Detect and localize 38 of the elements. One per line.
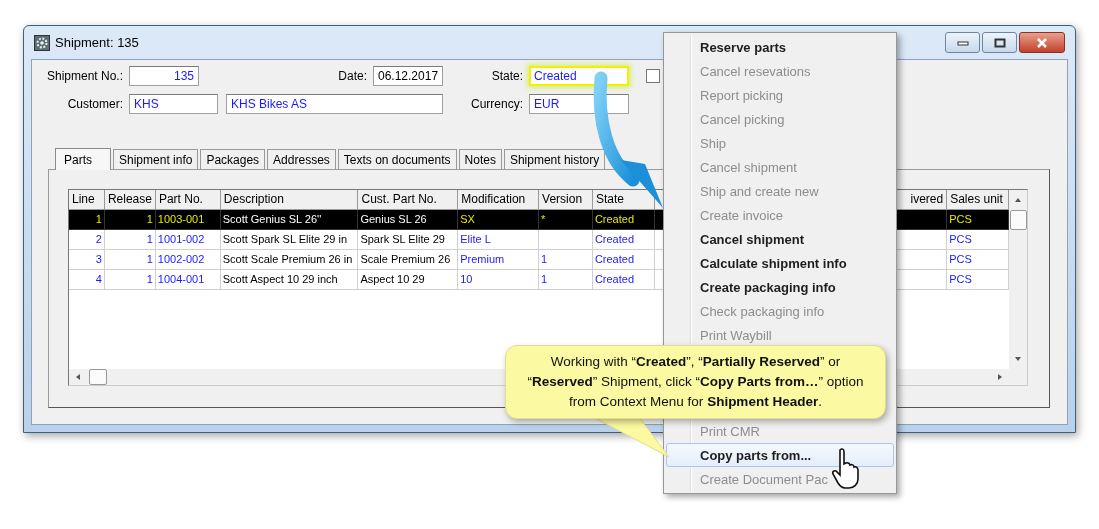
table-cell: 1003-001: [155, 210, 221, 230]
table-cell: 3: [69, 250, 105, 270]
table-cell: Premium: [458, 250, 539, 270]
table-cell: 1: [539, 270, 593, 290]
table-cell: 1: [104, 230, 156, 250]
table-cell: 4: [69, 270, 105, 290]
table-cell: PCS: [947, 210, 1009, 230]
table-cell: 1002-002: [155, 250, 221, 270]
table-cell: Created: [592, 230, 655, 250]
table-cell: 1: [104, 250, 156, 270]
field-label: Date:: [337, 69, 368, 83]
table-cell: Created: [592, 270, 655, 290]
table-cell: 2: [69, 230, 105, 250]
table-cell: *: [539, 210, 593, 230]
table-cell: Scott Aspect 10 29 inch: [220, 270, 359, 290]
table-cell: Elite L: [458, 230, 539, 250]
table-cell: Scott Scale Premium 26 in: [220, 250, 359, 270]
table-cell: 1: [104, 210, 156, 230]
table-cell: Genius SL 26: [358, 210, 459, 230]
table-cell: 1: [539, 250, 593, 270]
field-label: State:: [490, 69, 524, 83]
table-cell: Scale Premium 26: [358, 250, 459, 270]
table-cell: 1: [104, 270, 156, 290]
table-cell: 1001-002: [155, 230, 221, 250]
field-label: Shipment No.:: [45, 69, 124, 83]
table-cell: SX: [458, 210, 539, 230]
table-cell: Scott Genius SL 26'': [220, 210, 359, 230]
table-cell: 1004-001: [155, 270, 221, 290]
field-label: Customer:: [66, 97, 124, 111]
table-cell: Aspect 10 29: [358, 270, 459, 290]
field-label: Currency:: [470, 97, 524, 111]
window-title: Shipment: 135: [55, 35, 139, 50]
table-cell: Scott Spark SL Elite 29 in: [220, 230, 359, 250]
table-cell: 10: [458, 270, 539, 290]
table-cell: Created: [592, 250, 655, 270]
table-cell: Created: [592, 210, 655, 230]
table-cell: Spark SL Elite 29: [358, 230, 459, 250]
table-cell: 1: [69, 210, 105, 230]
